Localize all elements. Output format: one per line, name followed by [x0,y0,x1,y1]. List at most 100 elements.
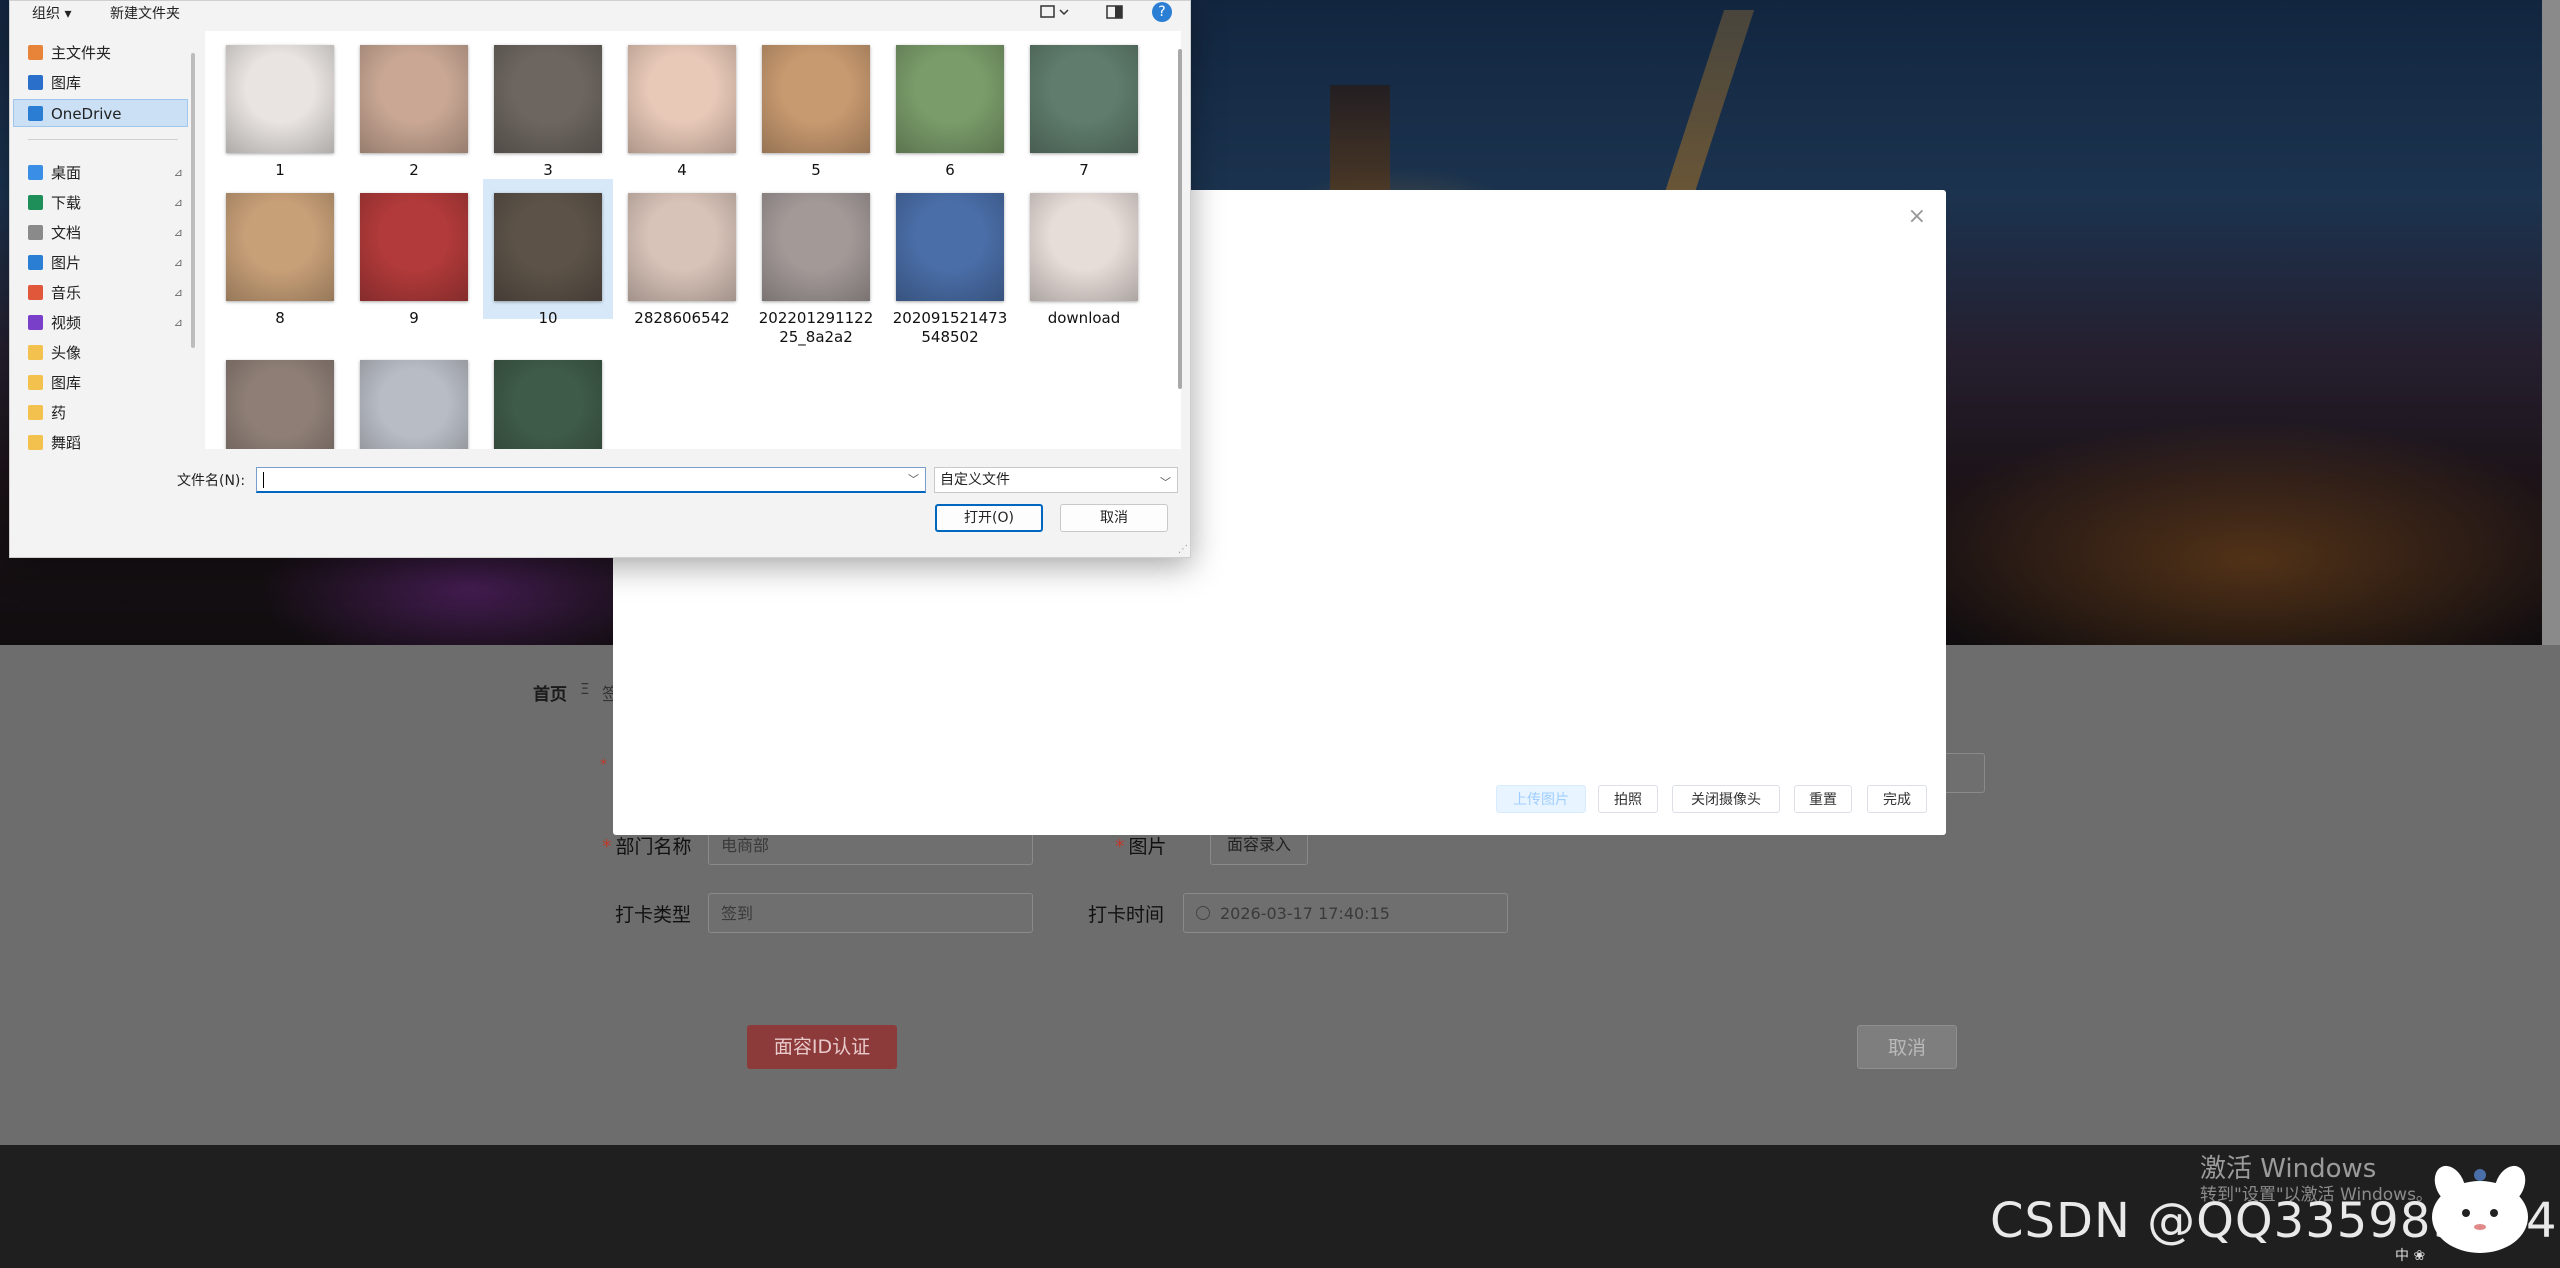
nav-item[interactable]: 图库 [28,369,193,397]
help-icon[interactable]: ? [1152,2,1172,22]
nav-item-label: 图片 [51,254,82,272]
nav-item[interactable]: 药 [28,399,193,427]
file-name: 202091521473548502 [892,309,1008,346]
breadcrumb-home[interactable]: 首页 [533,680,567,705]
file-tile[interactable]: download [1019,179,1149,327]
clock-type-label: 打卡类型 [615,904,692,926]
required-mark: * [600,757,607,773]
file-tile[interactable]: 3 [483,31,613,179]
file-name: 9 [409,309,419,327]
nav-item-label: OneDrive [51,105,122,123]
close-camera-button[interactable]: 关闭摄像头 [1672,785,1780,813]
file-name: 1 [275,161,285,179]
view-options-icon[interactable] [1040,4,1070,20]
file-name: 4 [677,161,687,179]
file-thumbnail [226,360,334,449]
close-icon[interactable]: × [1908,204,1926,229]
file-tile[interactable]: 4 [617,31,747,179]
file-tile[interactable]: 9 [349,179,479,327]
take-photo-button[interactable]: 拍照 [1598,785,1658,813]
nav-item[interactable]: 图库 [28,69,193,97]
file-tile[interactable] [483,346,613,449]
pin-icon: ⊿ [173,166,183,179]
file-tile[interactable] [349,346,479,449]
organize-menu[interactable]: 组织 ▾ [32,3,71,23]
filename-input[interactable]: ﹀ [256,467,926,493]
new-folder-button[interactable]: 新建文件夹 [110,3,180,23]
file-tile[interactable]: 20220129112225_8a2a2 [751,179,881,346]
nav-item[interactable]: 音乐 ⊿ [28,279,193,307]
file-name: 7 [1079,161,1089,179]
file-thumbnail [226,193,334,301]
pin-icon: ⊿ [173,256,183,269]
nav-item-label: 桌面 [51,164,82,182]
file-name: 10 [538,309,558,327]
nav-item[interactable]: 视频 ⊿ [28,309,193,337]
nav-item[interactable]: 桌面 ⊿ [28,159,193,187]
file-tile[interactable]: 10 [483,179,613,327]
file-tile[interactable] [215,346,345,449]
file-name: 8 [275,309,285,327]
file-thumbnail [762,193,870,301]
file-thumbnail [360,360,468,449]
cloud-icon [28,106,43,121]
reset-button[interactable]: 重置 [1794,785,1852,813]
file-tile[interactable]: 202091521473548502 [885,179,1015,346]
upload-image-button[interactable]: 上传图片 [1496,785,1586,813]
gallery-icon [28,75,43,90]
ime-indicator[interactable]: 中 ❀ [2395,1245,2425,1265]
chevron-down-icon[interactable]: ﹀ [908,471,919,487]
file-name: 2828606542 [634,309,730,327]
desktop-icon [28,165,43,180]
resize-grip-icon[interactable]: ⋰ [1178,544,1188,555]
file-thumbnail [1030,193,1138,301]
file-tile[interactable]: 2 [349,31,479,179]
face-id-auth-button[interactable]: 面容ID认证 [747,1025,897,1069]
file-thumbnail [360,193,468,301]
nav-item-label: 视频 [51,314,82,332]
file-thumbnail [896,45,1004,153]
nav-item[interactable]: 头像 [28,339,193,367]
file-tile[interactable]: 1 [215,31,345,179]
file-thumbnail [494,45,602,153]
nav-scrollbar[interactable] [191,53,195,348]
open-button[interactable]: 打开(O) [935,504,1043,532]
clock-time-label: 打卡时间 [1088,904,1165,926]
download-icon [28,195,43,210]
clock-icon [1196,906,1210,920]
nav-item-label: 舞蹈 [51,434,82,452]
clock-type-field[interactable]: 签到 [708,893,1033,933]
file-tile[interactable]: 5 [751,31,881,179]
file-tile[interactable]: 6 [885,31,1015,179]
nav-item[interactable]: 舞蹈 [28,429,193,457]
nav-item[interactable]: 文档 ⊿ [28,219,193,247]
file-tile[interactable]: 7 [1019,31,1149,179]
filetype-select[interactable]: 自定义文件 ﹀ [934,467,1178,493]
nav-item-label: 文档 [51,224,82,242]
file-name: 2 [409,161,419,179]
nav-item[interactable]: OneDrive [13,99,188,127]
nav-item[interactable]: 主文件夹 [28,39,193,67]
chevron-down-icon[interactable]: ﹀ [1160,471,1171,495]
clock-time-field[interactable]: 2026-03-17 17:40:15 [1183,893,1508,933]
preview-pane-icon[interactable] [1106,4,1124,20]
page-cancel-button[interactable]: 取消 [1857,1025,1957,1069]
nav-item-label: 图库 [51,74,82,92]
page-scrollbar[interactable] [2542,0,2560,645]
file-tile[interactable]: 8 [215,179,345,327]
nav-item[interactable]: 下载 ⊿ [28,189,193,217]
nav-item[interactable]: 图片 ⊿ [28,249,193,277]
dialog-cancel-button[interactable]: 取消 [1060,504,1168,532]
file-open-dialog: 组织 ▾ 新建文件夹 ? 主文件夹 图库 OneDrive 桌面 ⊿ 下载 ⊿ 文档 ⊿ 图片 ⊿ 音… [9,0,1191,558]
nav-item-label: 头像 [51,344,82,362]
file-tile[interactable]: 2828606542 [617,179,747,327]
file-thumbnail [1030,45,1138,153]
nav-divider [28,139,178,140]
done-button[interactable]: 完成 [1867,785,1927,813]
nav-item-label: 音乐 [51,284,82,302]
file-grid-scrollbar[interactable] [1178,49,1182,389]
dept-label: * 部门名称 [602,836,692,858]
file-thumbnail [494,360,602,449]
video-icon [28,315,43,330]
text-caret [263,472,264,488]
